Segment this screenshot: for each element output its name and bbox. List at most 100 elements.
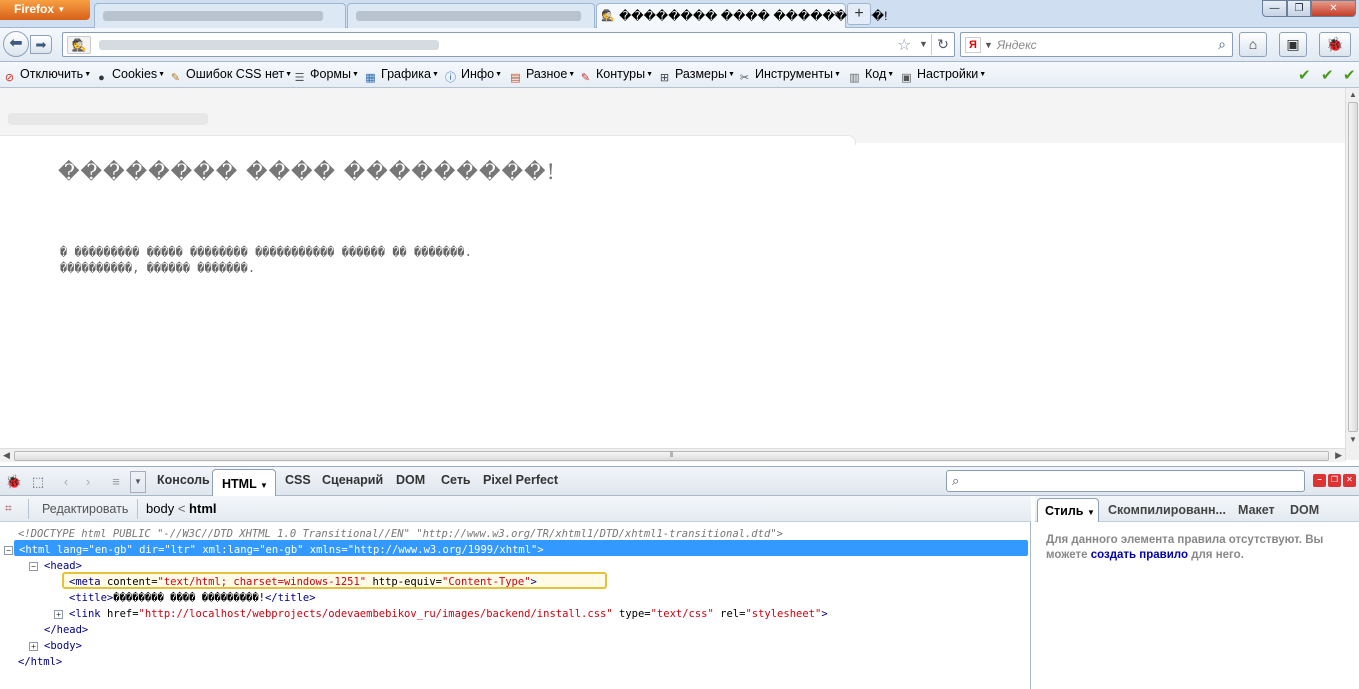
- attr-name: type=: [619, 608, 651, 620]
- webdev-menu-10[interactable]: ▥ Код▼: [847, 67, 894, 86]
- firebug-menu-icon[interactable]: 🐞: [4, 472, 24, 492]
- edit-button[interactable]: Редактировать: [42, 502, 128, 516]
- tab-active[interactable]: 🕵 �������� ���� ���������! ×: [596, 3, 887, 28]
- chevron-down-icon[interactable]: ▼: [260, 481, 268, 490]
- tree-node-link[interactable]: + <link href="http://localhost/webproject…: [54, 606, 828, 622]
- create-rule-link[interactable]: создать правило: [1091, 549, 1188, 561]
- expand-toggle-icon[interactable]: +: [29, 642, 38, 651]
- scroll-right-icon[interactable]: ▶: [1335, 450, 1342, 461]
- chevron-down-icon: ▼: [495, 71, 503, 78]
- close-window-button[interactable]: ✕: [1311, 0, 1356, 17]
- side-tab-layout[interactable]: Макет: [1238, 503, 1275, 517]
- search-placeholder: Яндекс: [997, 38, 1037, 52]
- breadcrumb-body[interactable]: body: [146, 501, 174, 516]
- check-icon: ✔: [1321, 67, 1334, 84]
- scroll-down-icon[interactable]: ▼: [1349, 435, 1357, 444]
- firebug-tree-icon[interactable]: ⌗: [5, 501, 12, 516]
- webdev-menu-1[interactable]: ● Cookies▼: [94, 67, 165, 86]
- back-button[interactable]: ⬅: [3, 31, 29, 57]
- message-text: для него.: [1191, 549, 1244, 561]
- close-firebug-icon[interactable]: ✕: [1343, 474, 1356, 487]
- forward-arrow-icon[interactable]: ›: [78, 472, 98, 492]
- reload-icon[interactable]: ↻: [931, 34, 954, 55]
- collapse-toggle-icon[interactable]: −: [29, 562, 38, 571]
- new-tab-button[interactable]: +: [847, 3, 871, 25]
- horizontal-scrollbar[interactable]: ◀ ⦀ ▶: [0, 448, 1345, 462]
- side-tab-style[interactable]: Стиль ▼: [1037, 498, 1099, 522]
- tab-html[interactable]: HTML ▼: [212, 469, 276, 497]
- webdev-menu-label: Размеры: [675, 67, 727, 81]
- forward-button[interactable]: ➡: [30, 35, 52, 54]
- tree-node-meta[interactable]: <meta content="text/html; charset=window…: [69, 574, 537, 590]
- webdev-menu-0[interactable]: ⊘ Отключить▼: [2, 67, 91, 86]
- tree-node-html-close[interactable]: </html>: [18, 654, 62, 670]
- tab-net[interactable]: Сеть: [441, 473, 471, 487]
- tree-node-head[interactable]: − <head>: [29, 558, 82, 574]
- maximize-button[interactable]: ❐: [1287, 0, 1311, 17]
- pencil-icon: ✎: [170, 72, 181, 84]
- webdev-menu-7[interactable]: ✎ Контуры▼: [578, 67, 653, 86]
- webdev-menu-label: Настройки: [917, 67, 979, 81]
- firebug-button[interactable]: 🐞: [1319, 32, 1351, 57]
- side-tab-computed[interactable]: Скомпилированн...: [1108, 503, 1226, 517]
- chevron-down-icon[interactable]: ▼: [919, 39, 928, 49]
- scroll-left-icon[interactable]: ◀: [3, 450, 10, 461]
- search-bar[interactable]: Я ▼ Яндекс ⌕: [960, 32, 1233, 57]
- firebug-search-input[interactable]: ⌕: [946, 470, 1305, 492]
- webdev-menu-5[interactable]: ⓘ Инфо▼: [443, 67, 502, 86]
- tree-node-body[interactable]: + <body>: [29, 638, 82, 654]
- tree-node-doctype[interactable]: <!DOCTYPE html PUBLIC "-//W3C//DTD XHTML…: [18, 526, 783, 542]
- scroll-up-icon[interactable]: ▲: [1349, 90, 1357, 99]
- side-tab-dom[interactable]: DOM: [1290, 503, 1319, 517]
- webdev-menu-3[interactable]: ☰ Формы▼: [292, 67, 359, 86]
- tree-node-title[interactable]: <title>�������� ���� ���������!</title>: [69, 590, 316, 606]
- close-tab-icon[interactable]: ×: [833, 8, 839, 20]
- tab-1[interactable]: [94, 3, 346, 28]
- tree-node-head-close[interactable]: </head>: [44, 622, 88, 638]
- chevron-down-icon[interactable]: ▼: [1087, 508, 1095, 517]
- tab-pixel-perfect[interactable]: Pixel Perfect: [483, 473, 558, 487]
- chevron-down-icon[interactable]: ▼: [130, 471, 146, 493]
- tab-script[interactable]: Сценарий: [322, 473, 383, 487]
- chevron-down-icon: ▼: [646, 71, 653, 78]
- minimize-firebug-icon[interactable]: –: [1313, 474, 1326, 487]
- meta-tag-name: <meta: [69, 576, 101, 588]
- chevron-down-icon[interactable]: ▼: [984, 40, 993, 50]
- home-icon: ⌂: [1248, 36, 1258, 52]
- webdev-menu-4[interactable]: ▦ Графика▼: [363, 67, 439, 86]
- blurred-tab-title: [356, 11, 581, 21]
- vertical-scrollbar[interactable]: ▲ ▼: [1345, 88, 1359, 460]
- webdev-menu-6[interactable]: ▤ Разное▼: [508, 67, 575, 86]
- yandex-icon[interactable]: Я: [965, 37, 981, 53]
- scrollbar-thumb[interactable]: [1348, 102, 1358, 432]
- back-arrow-icon[interactable]: ‹: [56, 472, 76, 492]
- attr-value: "Content-Type": [442, 576, 531, 588]
- tab-console[interactable]: Консоль: [157, 473, 210, 487]
- tab-2[interactable]: [347, 3, 595, 28]
- firefox-menu-button[interactable]: Firefox ▼: [0, 0, 90, 20]
- webdev-menu-11[interactable]: ▣ Настройки▼: [899, 67, 986, 86]
- url-bar[interactable]: 🕵 ☆ ▼ ↻: [62, 32, 955, 57]
- bookmark-star-icon[interactable]: ☆: [897, 35, 911, 55]
- breadcrumb-html[interactable]: html: [189, 501, 216, 516]
- detach-firebug-icon[interactable]: ❐: [1328, 474, 1341, 487]
- tree-node-html[interactable]: − <html lang="en-gb" dir="ltr" xml:lang="…: [4, 542, 544, 558]
- home-button[interactable]: ⌂: [1239, 32, 1267, 57]
- collapse-toggle-icon[interactable]: −: [4, 546, 13, 555]
- bookmarks-button[interactable]: ▣: [1279, 32, 1307, 57]
- expand-toggle-icon[interactable]: +: [54, 610, 63, 619]
- webdev-menu-2[interactable]: ✎ Ошибок CSS нет▼: [168, 67, 292, 86]
- webdev-menu-9[interactable]: ✂ Инструменты▼: [737, 67, 841, 86]
- minimize-button[interactable]: —: [1262, 0, 1287, 17]
- tab-dom[interactable]: DOM: [396, 473, 425, 487]
- scrollbar-thumb[interactable]: ⦀: [14, 451, 1329, 461]
- site-identity-icon[interactable]: 🕵: [67, 36, 91, 54]
- webdev-menu-8[interactable]: ⊞ Размеры▼: [657, 67, 735, 86]
- inspect-icon[interactable]: ⬚: [28, 472, 48, 492]
- search-icon[interactable]: ⌕: [1218, 36, 1226, 53]
- webdev-menu-label: Cookies: [112, 67, 158, 81]
- tab-css[interactable]: CSS: [285, 473, 311, 487]
- list-icon[interactable]: ≡: [106, 472, 126, 492]
- head-close-tag: </head>: [44, 624, 89, 636]
- chevron-down-icon: ▼: [57, 5, 66, 14]
